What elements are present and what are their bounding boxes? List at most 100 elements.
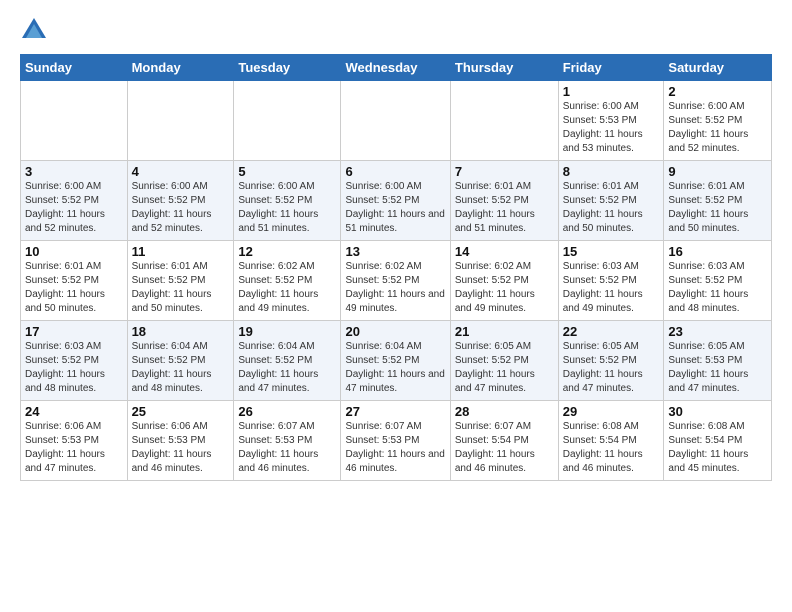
day-number: 25: [132, 404, 230, 419]
weekday-header-monday: Monday: [127, 55, 234, 81]
day-info: Sunrise: 6:04 AM Sunset: 5:52 PM Dayligh…: [238, 340, 336, 396]
day-number: 26: [238, 404, 336, 419]
day-info: Sunrise: 6:01 AM Sunset: 5:52 PM Dayligh…: [668, 180, 767, 236]
calendar-cell: 2Sunrise: 6:00 AM Sunset: 5:52 PM Daylig…: [664, 81, 772, 161]
day-info: Sunrise: 6:03 AM Sunset: 5:52 PM Dayligh…: [668, 260, 767, 316]
day-info: Sunrise: 6:07 AM Sunset: 5:53 PM Dayligh…: [345, 420, 445, 476]
logo-icon: [20, 16, 48, 44]
calendar-cell: 19Sunrise: 6:04 AM Sunset: 5:52 PM Dayli…: [234, 321, 341, 401]
day-info: Sunrise: 6:05 AM Sunset: 5:52 PM Dayligh…: [563, 340, 660, 396]
day-info: Sunrise: 6:02 AM Sunset: 5:52 PM Dayligh…: [238, 260, 336, 316]
calendar-cell: 28Sunrise: 6:07 AM Sunset: 5:54 PM Dayli…: [450, 401, 558, 481]
day-info: Sunrise: 6:01 AM Sunset: 5:52 PM Dayligh…: [25, 260, 123, 316]
weekday-header-sunday: Sunday: [21, 55, 128, 81]
day-info: Sunrise: 6:08 AM Sunset: 5:54 PM Dayligh…: [563, 420, 660, 476]
weekday-row: SundayMondayTuesdayWednesdayThursdayFrid…: [21, 55, 772, 81]
day-info: Sunrise: 6:00 AM Sunset: 5:52 PM Dayligh…: [25, 180, 123, 236]
calendar-header: SundayMondayTuesdayWednesdayThursdayFrid…: [21, 55, 772, 81]
day-number: 23: [668, 324, 767, 339]
day-number: 29: [563, 404, 660, 419]
calendar-cell: 10Sunrise: 6:01 AM Sunset: 5:52 PM Dayli…: [21, 241, 128, 321]
calendar-cell: 7Sunrise: 6:01 AM Sunset: 5:52 PM Daylig…: [450, 161, 558, 241]
weekday-header-wednesday: Wednesday: [341, 55, 450, 81]
calendar-cell: 8Sunrise: 6:01 AM Sunset: 5:52 PM Daylig…: [558, 161, 664, 241]
day-info: Sunrise: 6:01 AM Sunset: 5:52 PM Dayligh…: [455, 180, 554, 236]
day-info: Sunrise: 6:00 AM Sunset: 5:52 PM Dayligh…: [132, 180, 230, 236]
page: SundayMondayTuesdayWednesdayThursdayFrid…: [0, 0, 792, 497]
weekday-header-tuesday: Tuesday: [234, 55, 341, 81]
day-number: 6: [345, 164, 445, 179]
day-number: 15: [563, 244, 660, 259]
day-number: 18: [132, 324, 230, 339]
day-number: 9: [668, 164, 767, 179]
day-info: Sunrise: 6:00 AM Sunset: 5:53 PM Dayligh…: [563, 100, 660, 156]
calendar-cell: 22Sunrise: 6:05 AM Sunset: 5:52 PM Dayli…: [558, 321, 664, 401]
calendar-cell: [450, 81, 558, 161]
day-number: 3: [25, 164, 123, 179]
day-info: Sunrise: 6:00 AM Sunset: 5:52 PM Dayligh…: [238, 180, 336, 236]
day-info: Sunrise: 6:05 AM Sunset: 5:53 PM Dayligh…: [668, 340, 767, 396]
day-info: Sunrise: 6:02 AM Sunset: 5:52 PM Dayligh…: [455, 260, 554, 316]
day-info: Sunrise: 6:04 AM Sunset: 5:52 PM Dayligh…: [345, 340, 445, 396]
calendar-cell: 4Sunrise: 6:00 AM Sunset: 5:52 PM Daylig…: [127, 161, 234, 241]
day-number: 30: [668, 404, 767, 419]
calendar-cell: 25Sunrise: 6:06 AM Sunset: 5:53 PM Dayli…: [127, 401, 234, 481]
calendar-body: 1Sunrise: 6:00 AM Sunset: 5:53 PM Daylig…: [21, 81, 772, 481]
day-number: 19: [238, 324, 336, 339]
day-info: Sunrise: 6:03 AM Sunset: 5:52 PM Dayligh…: [25, 340, 123, 396]
calendar-cell: 26Sunrise: 6:07 AM Sunset: 5:53 PM Dayli…: [234, 401, 341, 481]
day-number: 22: [563, 324, 660, 339]
calendar-cell: 3Sunrise: 6:00 AM Sunset: 5:52 PM Daylig…: [21, 161, 128, 241]
day-number: 13: [345, 244, 445, 259]
calendar: SundayMondayTuesdayWednesdayThursdayFrid…: [20, 54, 772, 481]
calendar-cell: [127, 81, 234, 161]
day-number: 28: [455, 404, 554, 419]
logo: [20, 16, 50, 44]
day-info: Sunrise: 6:00 AM Sunset: 5:52 PM Dayligh…: [345, 180, 445, 236]
calendar-cell: [234, 81, 341, 161]
weekday-header-thursday: Thursday: [450, 55, 558, 81]
calendar-cell: 17Sunrise: 6:03 AM Sunset: 5:52 PM Dayli…: [21, 321, 128, 401]
day-info: Sunrise: 6:04 AM Sunset: 5:52 PM Dayligh…: [132, 340, 230, 396]
calendar-cell: 20Sunrise: 6:04 AM Sunset: 5:52 PM Dayli…: [341, 321, 450, 401]
weekday-header-saturday: Saturday: [664, 55, 772, 81]
day-number: 4: [132, 164, 230, 179]
day-number: 2: [668, 84, 767, 99]
day-info: Sunrise: 6:01 AM Sunset: 5:52 PM Dayligh…: [132, 260, 230, 316]
calendar-week-4: 17Sunrise: 6:03 AM Sunset: 5:52 PM Dayli…: [21, 321, 772, 401]
calendar-week-3: 10Sunrise: 6:01 AM Sunset: 5:52 PM Dayli…: [21, 241, 772, 321]
day-number: 20: [345, 324, 445, 339]
day-info: Sunrise: 6:06 AM Sunset: 5:53 PM Dayligh…: [132, 420, 230, 476]
day-number: 27: [345, 404, 445, 419]
calendar-cell: 12Sunrise: 6:02 AM Sunset: 5:52 PM Dayli…: [234, 241, 341, 321]
day-number: 14: [455, 244, 554, 259]
calendar-cell: 11Sunrise: 6:01 AM Sunset: 5:52 PM Dayli…: [127, 241, 234, 321]
day-info: Sunrise: 6:00 AM Sunset: 5:52 PM Dayligh…: [668, 100, 767, 156]
calendar-cell: 1Sunrise: 6:00 AM Sunset: 5:53 PM Daylig…: [558, 81, 664, 161]
weekday-header-friday: Friday: [558, 55, 664, 81]
calendar-cell: 24Sunrise: 6:06 AM Sunset: 5:53 PM Dayli…: [21, 401, 128, 481]
day-info: Sunrise: 6:05 AM Sunset: 5:52 PM Dayligh…: [455, 340, 554, 396]
calendar-cell: [21, 81, 128, 161]
day-number: 24: [25, 404, 123, 419]
day-info: Sunrise: 6:07 AM Sunset: 5:54 PM Dayligh…: [455, 420, 554, 476]
calendar-cell: 30Sunrise: 6:08 AM Sunset: 5:54 PM Dayli…: [664, 401, 772, 481]
day-number: 8: [563, 164, 660, 179]
calendar-cell: [341, 81, 450, 161]
calendar-cell: 6Sunrise: 6:00 AM Sunset: 5:52 PM Daylig…: [341, 161, 450, 241]
calendar-cell: 23Sunrise: 6:05 AM Sunset: 5:53 PM Dayli…: [664, 321, 772, 401]
calendar-week-5: 24 Sunrise: 6:06 AM Sunset: 5:53 PM Dayli…: [21, 401, 772, 481]
day-number: 11: [132, 244, 230, 259]
calendar-week-1: 1Sunrise: 6:00 AM Sunset: 5:53 PM Daylig…: [21, 81, 772, 161]
day-info: Sunrise: 6:08 AM Sunset: 5:54 PM Dayligh…: [668, 420, 767, 476]
calendar-cell: 27Sunrise: 6:07 AM Sunset: 5:53 PM Dayli…: [341, 401, 450, 481]
day-number: 5: [238, 164, 336, 179]
day-number: 17: [25, 324, 123, 339]
day-info: Sunrise: 6:02 AM Sunset: 5:52 PM Dayligh…: [345, 260, 445, 316]
calendar-cell: 21Sunrise: 6:05 AM Sunset: 5:52 PM Dayli…: [450, 321, 558, 401]
day-number: 7: [455, 164, 554, 179]
calendar-cell: 15Sunrise: 6:03 AM Sunset: 5:52 PM Dayli…: [558, 241, 664, 321]
calendar-cell: 14Sunrise: 6:02 AM Sunset: 5:52 PM Dayli…: [450, 241, 558, 321]
calendar-cell: 9Sunrise: 6:01 AM Sunset: 5:52 PM Daylig…: [664, 161, 772, 241]
day-number: 12: [238, 244, 336, 259]
